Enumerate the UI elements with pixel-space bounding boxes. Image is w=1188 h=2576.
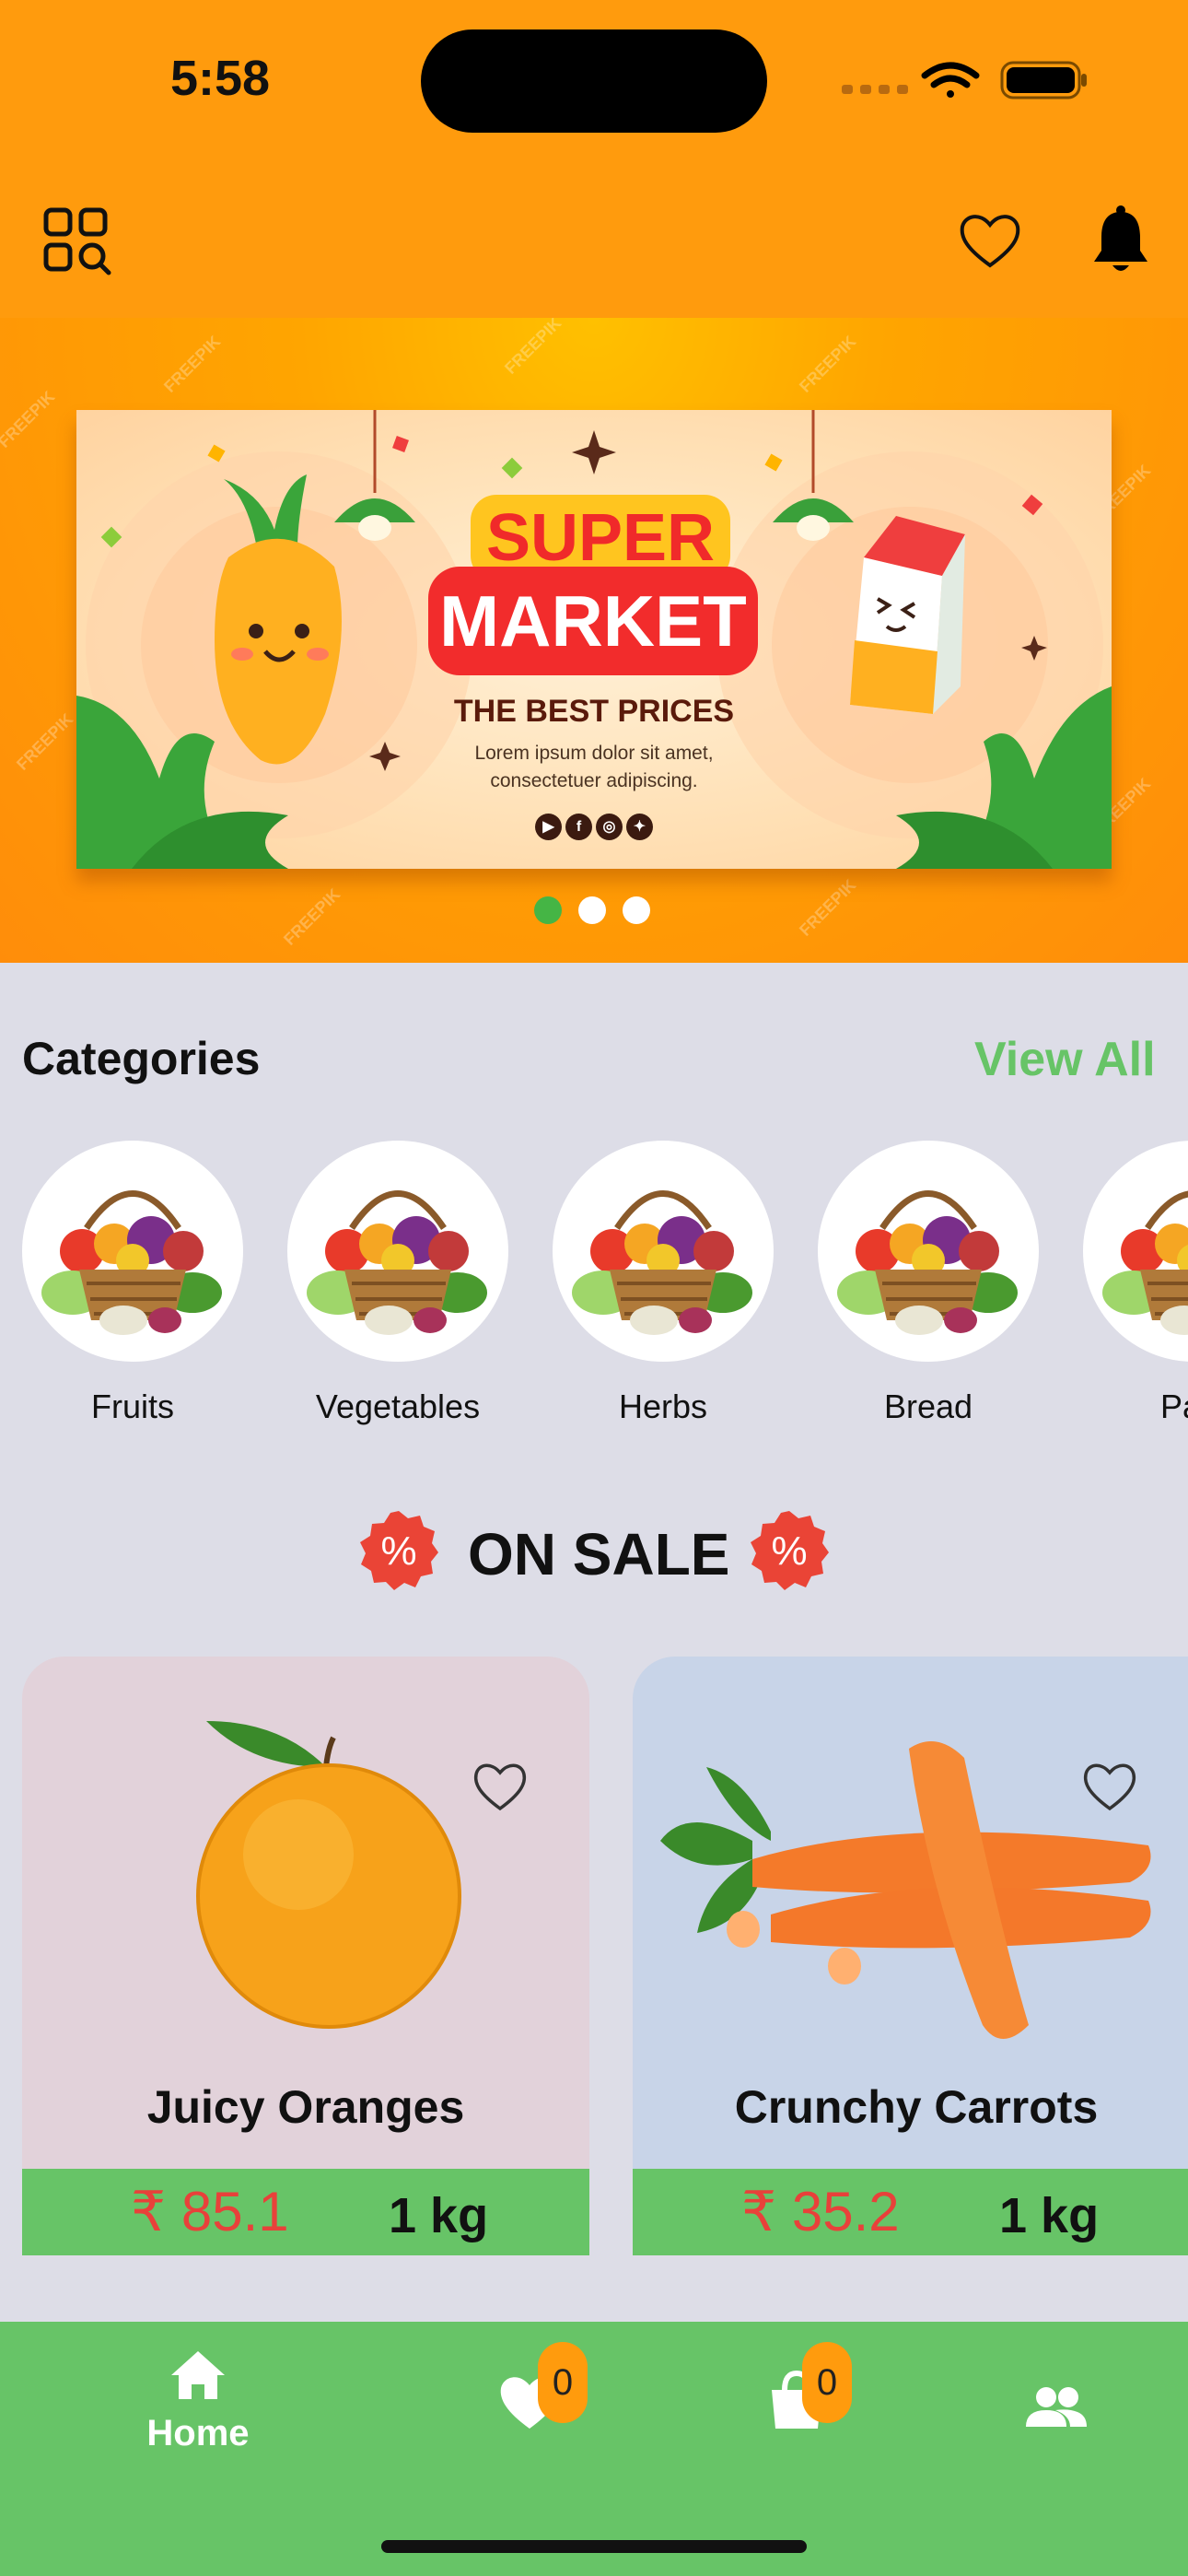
category-basket-image [553,1141,774,1362]
banner-body-line: Lorem ipsum dolor sit amet, [474,743,714,764]
favorite-heart-icon[interactable] [1081,1760,1138,1813]
categories-list[interactable]: Fruits Vegetables Herbs Bread Past [0,1141,1188,1435]
category-label: Bread [883,1388,973,1425]
watermark: FREEPIK [0,387,59,451]
banner-title-market: MARKET [428,567,758,675]
dynamic-island [421,29,767,133]
banner-social-icons: ▶ f ◎ ✦ [535,814,653,843]
view-all-link[interactable]: View All [974,1032,1156,1087]
category-item[interactable]: Fruits [0,1141,265,1426]
carousel-dot[interactable] [623,896,650,924]
twitter-icon: ✦ [626,814,653,840]
status-icons [842,61,1087,100]
category-item[interactable]: Vegetables [265,1141,530,1426]
product-price: ₹ 35.2 [741,2181,900,2242]
product-price-bar: ₹ 85.1 1 kg [22,2169,589,2255]
bottom-navigation: Home 0 0 [0,2322,1188,2576]
category-label: Past [1159,1388,1188,1425]
category-basket-image [1083,1141,1188,1362]
product-name: Crunchy Carrots [734,2081,1099,2133]
category-label: Fruits [91,1388,174,1425]
product-name: Juicy Oranges [146,2081,465,2133]
category-label: Herbs [618,1388,708,1425]
product-card[interactable]: Crunchy Carrots ₹ 35.2 1 kg [633,1657,1188,2255]
home-icon [171,2351,225,2399]
battery-icon [1000,61,1087,100]
notification-bell-icon[interactable] [1092,205,1149,276]
on-sale-header: % ON SALE % [357,1509,831,1592]
product-unit: 1 kg [389,2188,489,2243]
category-basket-image [22,1141,243,1362]
category-label: Vegetables [315,1388,481,1425]
watermark: FREEPIK [796,332,860,396]
status-time: 5:58 [170,51,271,106]
banner-body: Lorem ipsum dolor sit amet, consectetuer… [380,740,808,795]
promo-carousel[interactable]: FREEPIK FREEPIK FREEPIK FREEPIK FREEPIK … [0,318,1188,963]
carousel-dot[interactable] [578,896,606,924]
watermark: FREEPIK [13,709,77,774]
home-indicator [381,2540,807,2553]
categories-title: Categories [22,1033,261,1084]
facebook-icon: f [565,814,592,840]
product-price: ₹ 85.1 [131,2181,289,2242]
percent-badge-icon: % [751,1511,829,1590]
nav-users-icon[interactable] [1024,2375,1089,2440]
carrots-image [660,1741,1151,2039]
watermark: FREEPIK [796,875,860,940]
carousel-dot-active[interactable] [534,896,562,924]
product-price-bar: ₹ 35.2 1 kg [633,2169,1188,2255]
carousel-indicator[interactable] [534,896,650,924]
svg-text:%: % [380,1528,416,1574]
category-basket-image [818,1141,1039,1362]
wishlist-heart-icon[interactable] [958,210,1022,271]
favorite-heart-icon[interactable] [472,1760,529,1813]
promo-banner-image[interactable]: SUPER MARKET THE BEST PRICES Lorem ipsum… [76,410,1112,869]
percent-badge-icon: % [360,1511,438,1590]
orange-image [196,1721,461,2029]
svg-text:%: % [771,1528,807,1574]
banner-body-line: consectetuer adipiscing. [490,770,698,791]
wishlist-count-badge: 0 [538,2342,588,2423]
product-unit: 1 kg [999,2188,1100,2243]
signal-icon [842,85,908,94]
grid-search-icon[interactable] [42,206,112,276]
wifi-icon [921,62,980,98]
on-sale-title: ON SALE [468,1521,730,1587]
instagram-icon: ◎ [596,814,623,840]
banner-subtitle: THE BEST PRICES [453,694,735,729]
watermark: FREEPIK [280,884,344,949]
product-card[interactable]: Juicy Oranges ₹ 85.1 1 kg [22,1657,589,2255]
category-item[interactable]: Past [1061,1141,1188,1426]
watermark: FREEPIK [160,332,225,396]
nav-home[interactable]: Home [138,2349,258,2454]
watermark: FREEPIK [501,318,565,378]
category-item[interactable]: Bread [796,1141,1061,1426]
cart-count-badge: 0 [802,2342,852,2423]
youtube-icon: ▶ [535,814,562,840]
app-header: 5:58 [0,0,1188,318]
nav-home-label: Home [146,2413,250,2453]
category-item[interactable]: Herbs [530,1141,796,1426]
category-basket-image [287,1141,508,1362]
